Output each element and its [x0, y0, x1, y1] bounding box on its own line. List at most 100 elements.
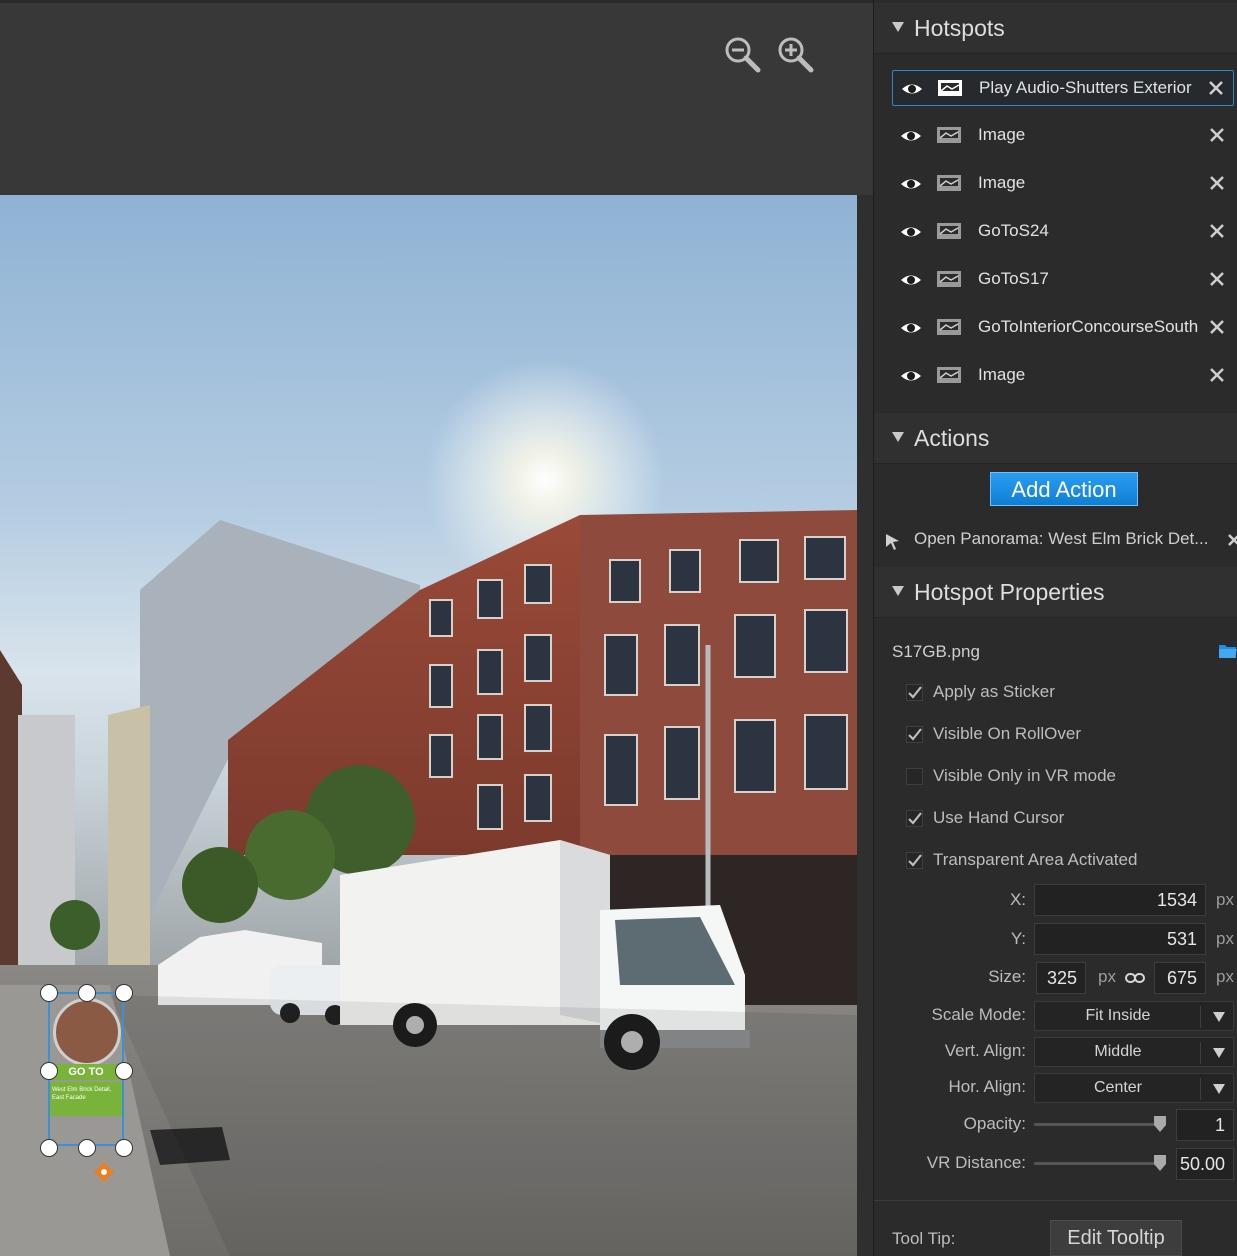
image-type-icon — [936, 318, 962, 336]
delete-hotspot-icon[interactable] — [1206, 172, 1228, 194]
delete-hotspot-icon[interactable] — [1206, 316, 1228, 338]
dropdown-separator — [1200, 1078, 1201, 1100]
tooltip-label: Tool Tip: — [892, 1229, 956, 1248]
delete-action-icon[interactable] — [1226, 530, 1237, 550]
checkbox[interactable] — [906, 726, 923, 743]
sticker-goto-label: GO TO — [50, 1064, 122, 1080]
vr-distance-slider-thumb[interactable] — [1153, 1154, 1167, 1172]
hotspot-list-item[interactable]: Image — [892, 118, 1234, 154]
resize-handle-top-center[interactable] — [78, 984, 96, 1002]
delete-hotspot-icon[interactable] — [1206, 268, 1228, 290]
resize-handle-middle-right[interactable] — [115, 1062, 133, 1080]
image-type-icon — [936, 126, 962, 144]
hotspot-item-label: Image — [978, 173, 1026, 192]
checkbox-label: Visible Only in VR mode — [933, 766, 1116, 785]
hotspot-item-label: GoToS17 — [978, 269, 1049, 288]
zoom-out-icon[interactable] — [723, 35, 761, 73]
hotspot-sticker[interactable]: GO TO West Elm Brick Detail, East Facade — [48, 992, 124, 1146]
vr-distance-input[interactable]: 50.00 — [1176, 1148, 1234, 1180]
link-aspect-icon[interactable] — [1125, 969, 1145, 987]
resize-handle-top-left[interactable] — [40, 984, 58, 1002]
opacity-label: Opacity: — [963, 1114, 1026, 1133]
visibility-eye-icon[interactable] — [900, 366, 922, 386]
visibility-eye-icon[interactable] — [900, 126, 922, 146]
resize-handle-bottom-center[interactable] — [78, 1139, 96, 1157]
properties-panel: Hotspots Play Audio-Shutters Exterior Ima… — [873, 0, 1237, 1256]
panorama-preview[interactable]: GO TO West Elm Brick Detail, East Facade — [0, 195, 857, 1256]
opacity-slider-thumb[interactable] — [1153, 1115, 1167, 1133]
hotspot-list-item[interactable]: Image — [892, 166, 1234, 202]
workspace: GO TO West Elm Brick Detail, East Facade — [0, 0, 873, 1256]
size-width-input[interactable]: 325 — [1036, 962, 1086, 994]
actions-section-header[interactable]: Actions — [874, 413, 1237, 464]
delete-hotspot-icon[interactable] — [1206, 364, 1228, 386]
section-divider — [874, 1200, 1237, 1201]
checkbox[interactable] — [906, 684, 923, 701]
dropdown-separator — [1200, 1042, 1201, 1064]
hotspot-list-item[interactable]: GoToS24 — [892, 214, 1234, 250]
edit-tooltip-button[interactable]: Edit Tooltip — [1050, 1220, 1182, 1256]
open-folder-icon[interactable] — [1218, 642, 1237, 660]
workspace-toolbar — [0, 0, 873, 195]
scale-mode-label: Scale Mode: — [931, 1005, 1027, 1024]
checkbox[interactable] — [906, 810, 923, 827]
visibility-eye-icon[interactable] — [900, 270, 922, 290]
resize-handle-bottom-right[interactable] — [115, 1139, 133, 1157]
checkbox-label: Visible On RollOver — [933, 724, 1082, 743]
visibility-eye-icon[interactable] — [900, 222, 922, 242]
resize-handle-top-right[interactable] — [115, 984, 133, 1002]
hotspot-item-label: Image — [978, 125, 1026, 144]
y-label: Y: — [1010, 929, 1026, 948]
canvas-edge — [857, 195, 873, 1256]
vr-distance-slider[interactable] — [1034, 1153, 1166, 1173]
hotspot-list-item[interactable]: GoToS17 — [892, 262, 1234, 298]
action-item-label: Open Panorama: West Elm Brick Det... — [914, 529, 1209, 548]
vert-align-value: Middle — [1094, 1043, 1142, 1060]
opacity-slider[interactable] — [1034, 1114, 1166, 1134]
hotspots-section-header[interactable]: Hotspots — [874, 3, 1237, 54]
scale-mode-dropdown[interactable]: Fit Inside — [1034, 1001, 1234, 1031]
vert-align-dropdown[interactable]: Middle — [1034, 1037, 1234, 1067]
resize-handle-middle-left[interactable] — [40, 1062, 58, 1080]
action-item[interactable]: Open Panorama: West Elm Brick Det... — [884, 526, 1237, 556]
sticker-preview-circle — [53, 998, 121, 1066]
hor-align-value: Center — [1093, 1079, 1143, 1096]
image-type-icon — [937, 79, 963, 97]
sticker-caption: West Elm Brick Detail, East Facade — [50, 1082, 122, 1116]
hotspot-properties-section-header[interactable]: Hotspot Properties — [874, 567, 1237, 618]
checkbox-label: Transparent Area Activated — [933, 850, 1138, 869]
cursor-arrow-icon — [884, 532, 902, 552]
visibility-eye-icon[interactable] — [900, 318, 922, 338]
delete-hotspot-icon[interactable] — [1206, 220, 1228, 242]
y-unit: px — [1216, 929, 1234, 948]
visibility-eye-icon[interactable] — [901, 79, 923, 99]
delete-hotspot-icon[interactable] — [1206, 124, 1228, 146]
chevron-down-icon — [1213, 1084, 1225, 1094]
checkbox[interactable] — [906, 852, 923, 869]
hotspot-list-item[interactable]: Image — [892, 358, 1234, 394]
opacity-input[interactable]: 1 — [1176, 1109, 1234, 1141]
visibility-eye-icon[interactable] — [900, 174, 922, 194]
checkbox[interactable] — [906, 768, 923, 785]
hotspot-list-item[interactable]: Play Audio-Shutters Exterior — [892, 70, 1234, 106]
resize-handle-bottom-left[interactable] — [40, 1139, 58, 1157]
size-height-input[interactable]: 675 — [1154, 962, 1206, 994]
add-action-button[interactable]: Add Action — [990, 472, 1138, 506]
checkbox-label: Apply as Sticker — [933, 682, 1055, 701]
hotspot-item-label: Image — [978, 365, 1026, 384]
collapse-triangle-icon — [892, 22, 904, 32]
delete-hotspot-icon[interactable] — [1205, 77, 1227, 99]
hotspot-list-item[interactable]: GoToInteriorConcourseSouth — [892, 310, 1234, 346]
sticker-settings-gear-icon[interactable] — [94, 1162, 114, 1182]
scale-mode-value: Fit Inside — [1085, 1007, 1151, 1024]
x-input[interactable]: 1534 — [1034, 884, 1206, 916]
vert-align-label: Vert. Align: — [944, 1041, 1026, 1060]
sticker-caption-line2: East Facade — [52, 1095, 86, 1101]
checkbox-label: Use Hand Cursor — [933, 808, 1065, 827]
hor-align-label: Hor. Align: — [948, 1077, 1027, 1096]
zoom-in-icon[interactable] — [776, 35, 814, 73]
hor-align-dropdown[interactable]: Center — [1034, 1073, 1234, 1103]
image-type-icon — [936, 270, 962, 288]
chevron-down-icon — [1213, 1048, 1225, 1058]
y-input[interactable]: 531 — [1034, 923, 1206, 955]
